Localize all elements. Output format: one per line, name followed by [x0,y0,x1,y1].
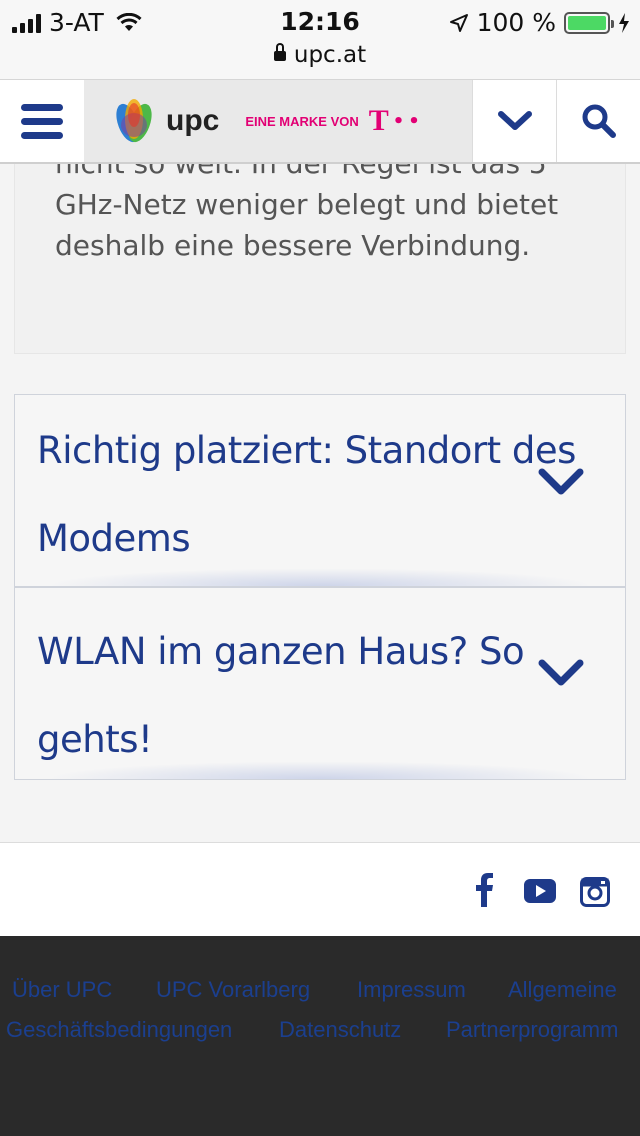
upc-logo-icon [116,99,152,143]
footer-link-partnerprogramm[interactable]: Partnerprogramm [446,1010,618,1050]
url-text: upc.at [293,42,367,68]
status-bar: 3-AT 12:16 100 % upc.at [0,0,640,80]
accordion-title: Richtig platziert: Standort des Modems [37,429,576,560]
youtube-icon[interactable] [524,879,556,903]
search-icon [582,104,616,138]
telekom-dots: •• [392,110,424,132]
brand-logo[interactable]: upc EINE MARKE VON T •• [84,80,472,162]
footer: Über UPC UPC Vorarlberg Impressum Allgem… [0,936,640,1136]
instagram-icon[interactable] [580,877,610,907]
battery-icon [564,11,614,34]
footer-link-geschaeftsbedingungen[interactable]: Geschäftsbedingungen [6,1010,232,1050]
accordion-shadow [45,568,595,586]
battery-percentage: 100 % [476,8,556,37]
social-bar [0,842,640,936]
facebook-icon[interactable] [474,873,494,907]
telekom-logo: T [368,104,389,137]
accordion-item-wlan[interactable]: WLAN im ganzen Haus? So gehts! [14,587,626,780]
location-arrow-icon [449,13,468,32]
accordion-item-standort[interactable]: Richtig platziert: Standort des Modems [14,394,626,587]
address-bar[interactable]: upc.at [0,42,640,68]
search-button[interactable] [556,80,640,162]
main-content: nicht so weit. In der Regel ist das 5 GH… [0,164,640,840]
chevron-down-icon [497,111,532,130]
footer-link-impressum[interactable]: Impressum [357,970,466,1010]
expand-nav-button[interactable] [472,80,556,162]
accordion-title: WLAN im ganzen Haus? So gehts! [37,630,525,761]
chevron-down-icon [538,659,584,686]
footer-link-datenschutz[interactable]: Datenschutz [279,1010,401,1050]
charging-bolt-icon [619,12,629,33]
lock-icon [273,43,286,61]
accordion-shadow [45,761,595,779]
footer-link-upc-vorarlberg[interactable]: UPC Vorarlberg [156,970,310,1010]
chevron-down-icon [538,468,584,495]
site-header: upc EINE MARKE VON T •• [0,80,640,164]
footer-link-agb[interactable]: Allgemeine [508,970,617,1010]
brand-tagline: EINE MARKE VON [245,113,359,129]
info-card-text: nicht so weit. In der Regel ist das 5 GH… [55,164,559,262]
footer-link-ueber-upc[interactable]: Über UPC [12,970,112,1010]
menu-button[interactable] [0,80,84,162]
info-card: nicht so weit. In der Regel ist das 5 GH… [14,164,626,354]
status-bar-right: 100 % [449,8,630,37]
brand-name: upc [166,104,220,137]
menu-icon [21,103,63,111]
